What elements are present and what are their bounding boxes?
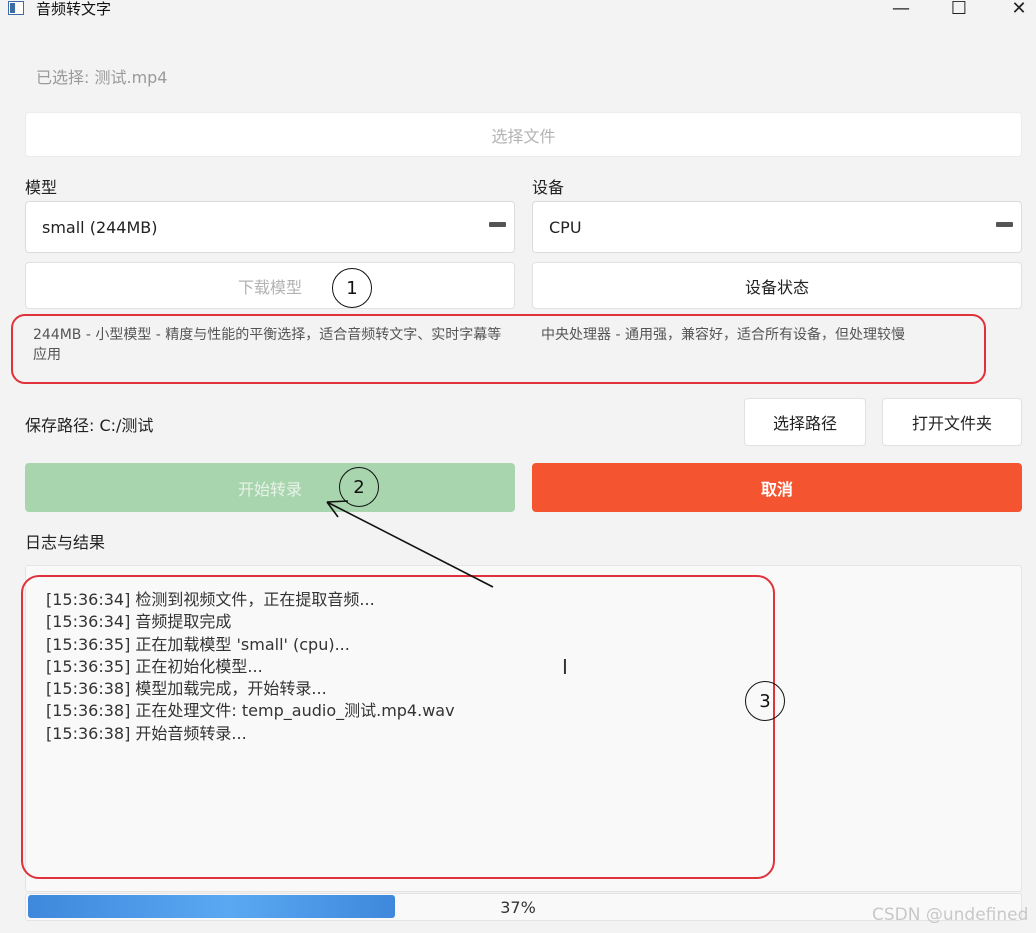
dropdown-indicator-icon: [996, 222, 1013, 227]
cancel-button[interactable]: 取消: [532, 463, 1022, 512]
open-folder-button[interactable]: 打开文件夹: [882, 398, 1022, 446]
close-button[interactable]: ✕: [996, 0, 1036, 22]
choose-path-button[interactable]: 选择路径: [744, 398, 866, 446]
app-window-icon: [8, 1, 24, 15]
device-select-value: CPU: [549, 217, 582, 237]
model-label: 模型: [25, 178, 58, 197]
annotation-circle-3: 3: [745, 681, 785, 721]
window-title: 音频转文字: [36, 0, 112, 18]
log-section-label: 日志与结果: [25, 533, 106, 552]
save-path-label: 保存路径: C:/测试: [25, 416, 154, 435]
annotation-box-3: [21, 575, 775, 879]
annotation-box-1: [11, 314, 986, 384]
selected-file-label: 已选择: 测试.mp4: [36, 68, 168, 87]
annotation-circle-1: 1: [332, 268, 372, 308]
watermark: CSDN @undefined: [872, 905, 1029, 925]
device-select[interactable]: CPU: [532, 201, 1022, 253]
model-select[interactable]: small (244MB): [25, 201, 515, 253]
download-model-button[interactable]: 下载模型: [25, 262, 515, 309]
maximize-button[interactable]: ☐: [936, 0, 982, 22]
annotation-circle-2: 2: [339, 467, 379, 507]
select-file-button[interactable]: 选择文件: [25, 112, 1022, 157]
dropdown-indicator-icon: [489, 222, 506, 227]
device-status-button[interactable]: 设备状态: [532, 262, 1022, 309]
model-select-value: small (244MB): [42, 217, 158, 237]
device-label: 设备: [532, 178, 565, 197]
start-transcription-button[interactable]: 开始转录: [25, 463, 515, 512]
minimize-button[interactable]: —: [878, 0, 924, 22]
